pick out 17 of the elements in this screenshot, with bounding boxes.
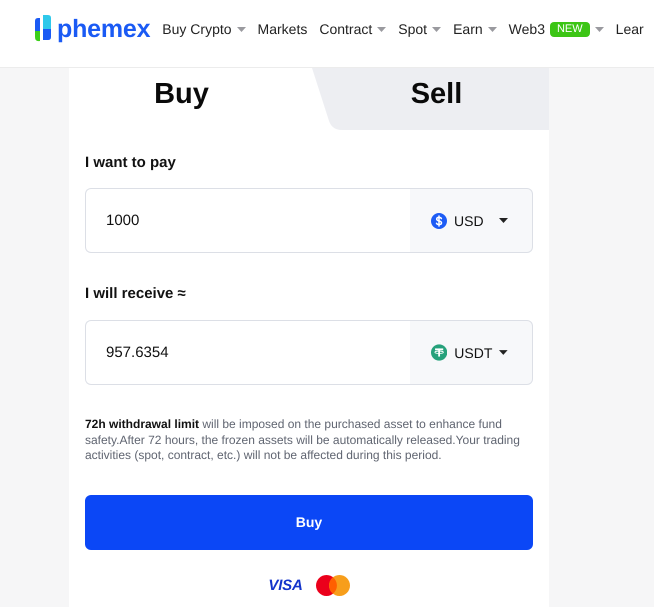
nav-link[interactable]: Earn <box>453 20 497 38</box>
mastercard-logo-icon <box>316 574 350 596</box>
nav-link[interactable]: Lear <box>616 20 644 38</box>
tab[interactable]: Sell <box>312 68 549 130</box>
nav-link[interactable]: Contract <box>319 20 386 38</box>
nav-link[interactable]: Markets <box>258 20 308 38</box>
new-badge: NEW <box>550 22 590 36</box>
logo-text[interactable]: phemex <box>57 14 150 44</box>
visa-logo: VISA <box>268 576 303 594</box>
withdrawal-notice: 72h withdrawal limit will be imposed on the purchased asset to enhance fund safety.After 72 hours, the frozen assets will be automatically released.Your trading activities (spot, contract, etc.) will not be affected during this period. <box>85 417 521 464</box>
nav-link[interactable]: Spot <box>398 20 442 38</box>
field-label: I will receive ≈ <box>85 285 187 303</box>
logo-icon <box>33 15 53 43</box>
field-label: I want to pay <box>85 154 177 172</box>
nav-link[interactable]: Web3 NEW <box>508 20 604 38</box>
buy-button[interactable]: Buy <box>85 494 533 550</box>
nav-link[interactable]: Buy Crypto <box>162 20 246 38</box>
